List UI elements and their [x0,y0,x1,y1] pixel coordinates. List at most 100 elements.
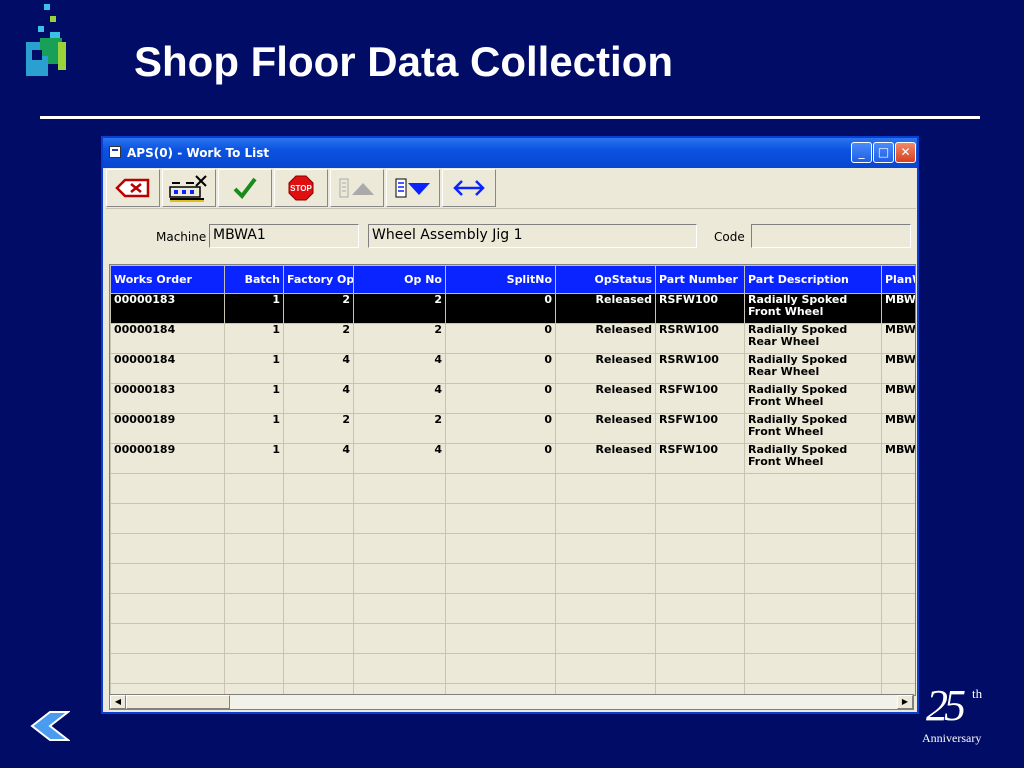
stop-button[interactable]: STOP [274,169,328,207]
minimize-button[interactable]: _ [851,142,872,163]
maximize-button[interactable]: □ [873,142,894,163]
table-cell: Released [555,293,656,324]
table-cell [881,473,915,504]
table-cell [655,623,745,654]
scroll-thumb[interactable] [126,695,230,709]
empty-row[interactable] [110,623,915,654]
horizontal-scrollbar[interactable]: ◀ ▶ [109,694,914,710]
table-cell [555,533,656,564]
table-cell [881,503,915,534]
work-to-list-window: APS(0) - Work To List _ □ ✕ STOP Machine… [101,136,919,714]
table-cell [555,473,656,504]
table-cell: RSFW100 [655,443,745,474]
table-cell: 2 [283,413,354,444]
empty-row[interactable] [110,563,915,594]
sort-up-button[interactable] [330,169,384,207]
table-cell [110,593,225,624]
title-divider [40,116,980,119]
table-cell [445,563,556,594]
empty-row[interactable] [110,653,915,684]
table-cell [110,473,225,504]
window-titlebar[interactable]: APS(0) - Work To List _ □ ✕ [103,138,917,168]
window-title: APS(0) - Work To List [127,146,270,160]
table-cell [283,653,354,684]
table-cell [744,623,882,654]
table-cell [283,533,354,564]
sort-down-icon [395,178,430,198]
table-cell: RSFW100 [655,293,745,324]
column-header[interactable]: Works Order [110,265,225,294]
table-cell [110,533,225,564]
table-cell: Radially Spoked Front Wheel [744,383,882,414]
machine-input[interactable]: MBWA1 [209,224,359,248]
swap-button[interactable] [442,169,496,207]
table-cell: 0 [445,293,556,324]
table-cell: 00000183 [110,383,225,414]
table-cell [445,653,556,684]
table-cell: Released [555,323,656,354]
table-cell: Radially Spoked Front Wheel [744,293,882,324]
delete-button[interactable] [106,169,160,207]
table-cell: 0 [445,413,556,444]
work-order-table: Works Order Batch Factory Op Op No SplitNo Op… [110,265,915,695]
table-cell [445,533,556,564]
table-cell [555,623,656,654]
empty-row[interactable] [110,473,915,504]
scroll-right-icon[interactable]: ▶ [897,695,913,709]
table-cell: 1 [224,383,284,414]
column-header[interactable]: Op No [353,265,446,294]
table-cell [353,533,446,564]
stop-icon: STOP [288,175,314,201]
table-cell [881,533,915,564]
scroll-left-icon[interactable]: ◀ [110,695,126,709]
app-icon [109,146,121,158]
table-cell [881,653,915,684]
back-arrow-icon[interactable] [30,710,70,742]
column-header[interactable]: OpStatus [555,265,656,294]
table-cell [655,473,745,504]
table-cell: 0 [445,353,556,384]
table-cell: 4 [283,443,354,474]
empty-row[interactable] [110,593,915,624]
table-cell: MBW [881,323,915,354]
table-cell [224,653,284,684]
confirm-button[interactable] [218,169,272,207]
table-row[interactable]: 00000189 1 2 2 0 Released RSFW100 Radially Spok… [110,413,915,444]
table-cell: MBW [881,443,915,474]
table-cell [744,473,882,504]
column-header[interactable]: Factory Op [283,265,354,294]
table-cell: MBW [881,353,915,384]
table-cell [744,503,882,534]
machine-fields: Machine MBWA1 Wheel Assembly Jig 1 Code [106,210,916,260]
close-button[interactable]: ✕ [895,142,916,163]
table-row[interactable]: 00000189 1 4 4 0 Released RSFW100 Radially Spok… [110,443,915,474]
table-cell: MBW [881,293,915,324]
machine-tools-button[interactable] [162,169,216,207]
table-cell [655,653,745,684]
table-cell [655,533,745,564]
column-header[interactable]: Part Description [744,265,882,294]
table-row[interactable]: 00000183 1 2 2 0 Released RSFW100 Radially Spok… [110,293,915,324]
table-row[interactable]: 00000184 1 4 4 0 Released RSRW100 Radially Spok… [110,353,915,384]
table-cell [283,623,354,654]
empty-row[interactable] [110,533,915,564]
table-cell [555,563,656,594]
table-row[interactable]: 00000184 1 2 2 0 Released RSRW100 Radially Spok… [110,323,915,354]
table-cell: RSFW100 [655,383,745,414]
table-cell: Radially Spoked Rear Wheel [744,323,882,354]
column-header[interactable]: SplitNo [445,265,556,294]
table-cell [110,503,225,534]
table-cell: 00000189 [110,443,225,474]
table-cell [555,653,656,684]
company-logo-icon [26,4,66,76]
table-cell: RSRW100 [655,353,745,384]
code-input[interactable] [751,224,911,248]
column-header[interactable]: PlanW [881,265,915,294]
table-row[interactable]: 00000183 1 4 4 0 Released RSFW100 Radially Spok… [110,383,915,414]
table-cell: RSFW100 [655,413,745,444]
empty-row[interactable] [110,503,915,534]
sort-down-button[interactable] [386,169,440,207]
column-header[interactable]: Part Number [655,265,745,294]
column-header[interactable]: Batch [224,265,284,294]
table-cell: 1 [224,443,284,474]
